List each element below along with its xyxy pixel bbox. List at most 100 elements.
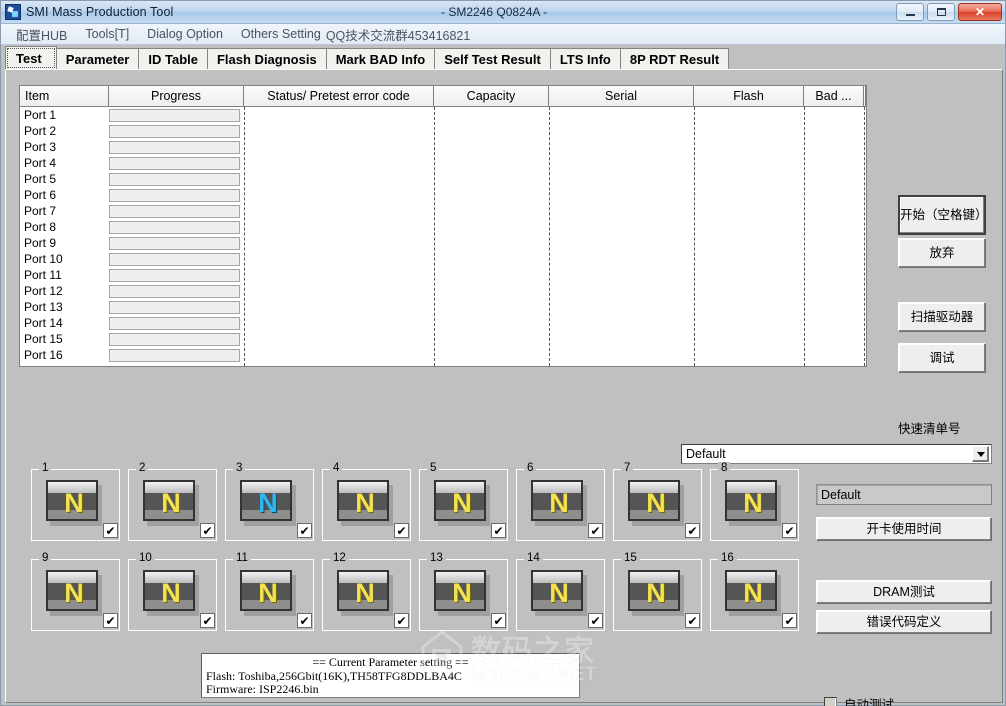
table-row[interactable]: Port 10 — [20, 251, 866, 267]
column-divider — [434, 107, 435, 366]
table-row[interactable]: Port 2 — [20, 123, 866, 139]
tab-flash-diagnosis[interactable]: Flash Diagnosis — [206, 48, 327, 70]
device-tile[interactable]: 14 N ✔ — [516, 552, 607, 632]
device-tile[interactable]: 5 N ✔ — [419, 462, 510, 542]
device-tile[interactable]: 8 N ✔ — [710, 462, 801, 542]
device-checkbox[interactable]: ✔ — [103, 613, 118, 628]
table-row[interactable]: Port 14 — [20, 315, 866, 331]
table-row[interactable]: Port 5 — [20, 171, 866, 187]
debug-button[interactable]: 调试 — [898, 343, 986, 373]
dram-test-button[interactable]: DRAM测试 — [816, 580, 992, 604]
menu-item-others-setting[interactable]: Others Setting — [232, 25, 324, 43]
card-usage-time-button[interactable]: 开卡使用时间 — [816, 517, 992, 541]
device-checkbox[interactable]: ✔ — [394, 523, 409, 538]
preset-dropdown-value: Default — [686, 447, 726, 461]
device-checkbox[interactable]: ✔ — [491, 613, 506, 628]
quick-list-number-label: 快速清单号 — [898, 422, 961, 436]
device-tile[interactable]: 15 N ✔ — [613, 552, 704, 632]
device-checkbox[interactable]: ✔ — [200, 613, 215, 628]
drive-letter: N — [258, 577, 278, 608]
chevron-down-icon[interactable] — [972, 446, 989, 462]
table-row[interactable]: Port 11 — [20, 267, 866, 283]
tab-parameter[interactable]: Parameter — [55, 48, 140, 70]
tab-id-table[interactable]: ID Table — [138, 48, 208, 70]
device-checkbox[interactable]: ✔ — [297, 523, 312, 538]
device-number: 16 — [718, 552, 737, 565]
table-header-progress[interactable]: Progress — [109, 86, 244, 106]
drive-icon: N — [628, 570, 684, 616]
progress-bar — [109, 172, 240, 186]
table-row[interactable]: Port 16 — [20, 347, 866, 363]
device-tile[interactable]: 11 N ✔ — [225, 552, 316, 632]
cell-progress — [109, 236, 244, 250]
maximize-button[interactable] — [927, 3, 955, 21]
tab-self-test-result[interactable]: Self Test Result — [434, 48, 551, 70]
table-header-flash[interactable]: Flash — [694, 86, 804, 106]
device-checkbox[interactable]: ✔ — [588, 523, 603, 538]
table-row[interactable]: Port 1 — [20, 107, 866, 123]
tab-lts-info[interactable]: LTS Info — [549, 48, 621, 70]
table-row[interactable]: Port 15 — [20, 331, 866, 347]
error-code-definition-button[interactable]: 错误代码定义 — [816, 610, 992, 634]
param-heading: == Current Parameter setting == — [312, 655, 469, 669]
device-checkbox[interactable]: ✔ — [588, 613, 603, 628]
preset-dropdown[interactable]: Default — [681, 444, 992, 464]
device-tile[interactable]: 6 N ✔ — [516, 462, 607, 542]
device-checkbox[interactable]: ✔ — [200, 523, 215, 538]
table-row[interactable]: Port 9 — [20, 235, 866, 251]
auto-test-checkbox-group[interactable]: 自动测试 — [824, 694, 894, 706]
tab-8p-rdt-result[interactable]: 8P RDT Result — [619, 48, 730, 70]
table-header-status[interactable]: Status/ Pretest error code — [244, 86, 434, 106]
abort-button[interactable]: 放弃 — [898, 238, 986, 268]
table-row[interactable]: Port 7 — [20, 203, 866, 219]
tab-mark-bad-info[interactable]: Mark BAD Info — [325, 48, 436, 70]
drive-icon: N — [725, 480, 781, 526]
cell-progress — [109, 204, 244, 218]
table-row[interactable]: Port 12 — [20, 283, 866, 299]
table-row[interactable]: Port 6 — [20, 187, 866, 203]
device-number: 14 — [524, 552, 543, 565]
port-status-table[interactable]: Item Progress Status/ Pretest error code… — [19, 85, 867, 367]
device-tile[interactable]: 9 N ✔ — [31, 552, 122, 632]
table-row[interactable]: Port 3 — [20, 139, 866, 155]
start-button[interactable]: 开始（空格键） — [898, 195, 988, 235]
device-tile[interactable]: 13 N ✔ — [419, 552, 510, 632]
scan-drive-button[interactable]: 扫描驱动器 — [898, 302, 986, 332]
device-number: 3 — [233, 462, 246, 475]
device-tile[interactable]: 1 N ✔ — [31, 462, 122, 542]
device-tile[interactable]: 7 N ✔ — [613, 462, 704, 542]
drive-letter: N — [258, 487, 278, 518]
menu-item-qq-group[interactable]: QQ技术交流群453416821 — [324, 23, 480, 46]
table-header-serial[interactable]: Serial — [549, 86, 694, 106]
device-tile[interactable]: 2 N ✔ — [128, 462, 219, 542]
device-checkbox[interactable]: ✔ — [394, 613, 409, 628]
close-button[interactable]: ✕ — [958, 3, 1002, 21]
device-checkbox[interactable]: ✔ — [782, 613, 797, 628]
menu-item-config-hub[interactable]: 配置HUB — [7, 23, 76, 46]
table-header-capacity[interactable]: Capacity — [434, 86, 549, 106]
table-header-item[interactable]: Item — [20, 86, 109, 106]
device-checkbox[interactable]: ✔ — [685, 523, 700, 538]
device-number: 10 — [136, 552, 155, 565]
table-row[interactable]: Port 13 — [20, 299, 866, 315]
device-tile[interactable]: 12 N ✔ — [322, 552, 413, 632]
device-checkbox[interactable]: ✔ — [782, 523, 797, 538]
device-tile[interactable]: 3 N ✔ — [225, 462, 316, 542]
preset-name-field[interactable]: Default — [816, 484, 992, 505]
device-checkbox[interactable]: ✔ — [491, 523, 506, 538]
device-tile[interactable]: 10 N ✔ — [128, 552, 219, 632]
device-checkbox[interactable]: ✔ — [297, 613, 312, 628]
device-tile[interactable]: 16 N ✔ — [710, 552, 801, 632]
menu-item-tools[interactable]: Tools[T] — [76, 25, 138, 43]
tab-test[interactable]: Test — [5, 46, 57, 70]
table-row[interactable]: Port 8 — [20, 219, 866, 235]
menu-item-dialog-option[interactable]: Dialog Option — [138, 25, 232, 43]
auto-test-checkbox[interactable] — [824, 697, 837, 706]
table-header-bad[interactable]: Bad ... — [804, 86, 864, 106]
device-checkbox[interactable]: ✔ — [685, 613, 700, 628]
drive-letter: N — [743, 487, 763, 518]
device-tile[interactable]: 4 N ✔ — [322, 462, 413, 542]
minimize-button[interactable] — [896, 3, 924, 21]
table-row[interactable]: Port 4 — [20, 155, 866, 171]
device-checkbox[interactable]: ✔ — [103, 523, 118, 538]
